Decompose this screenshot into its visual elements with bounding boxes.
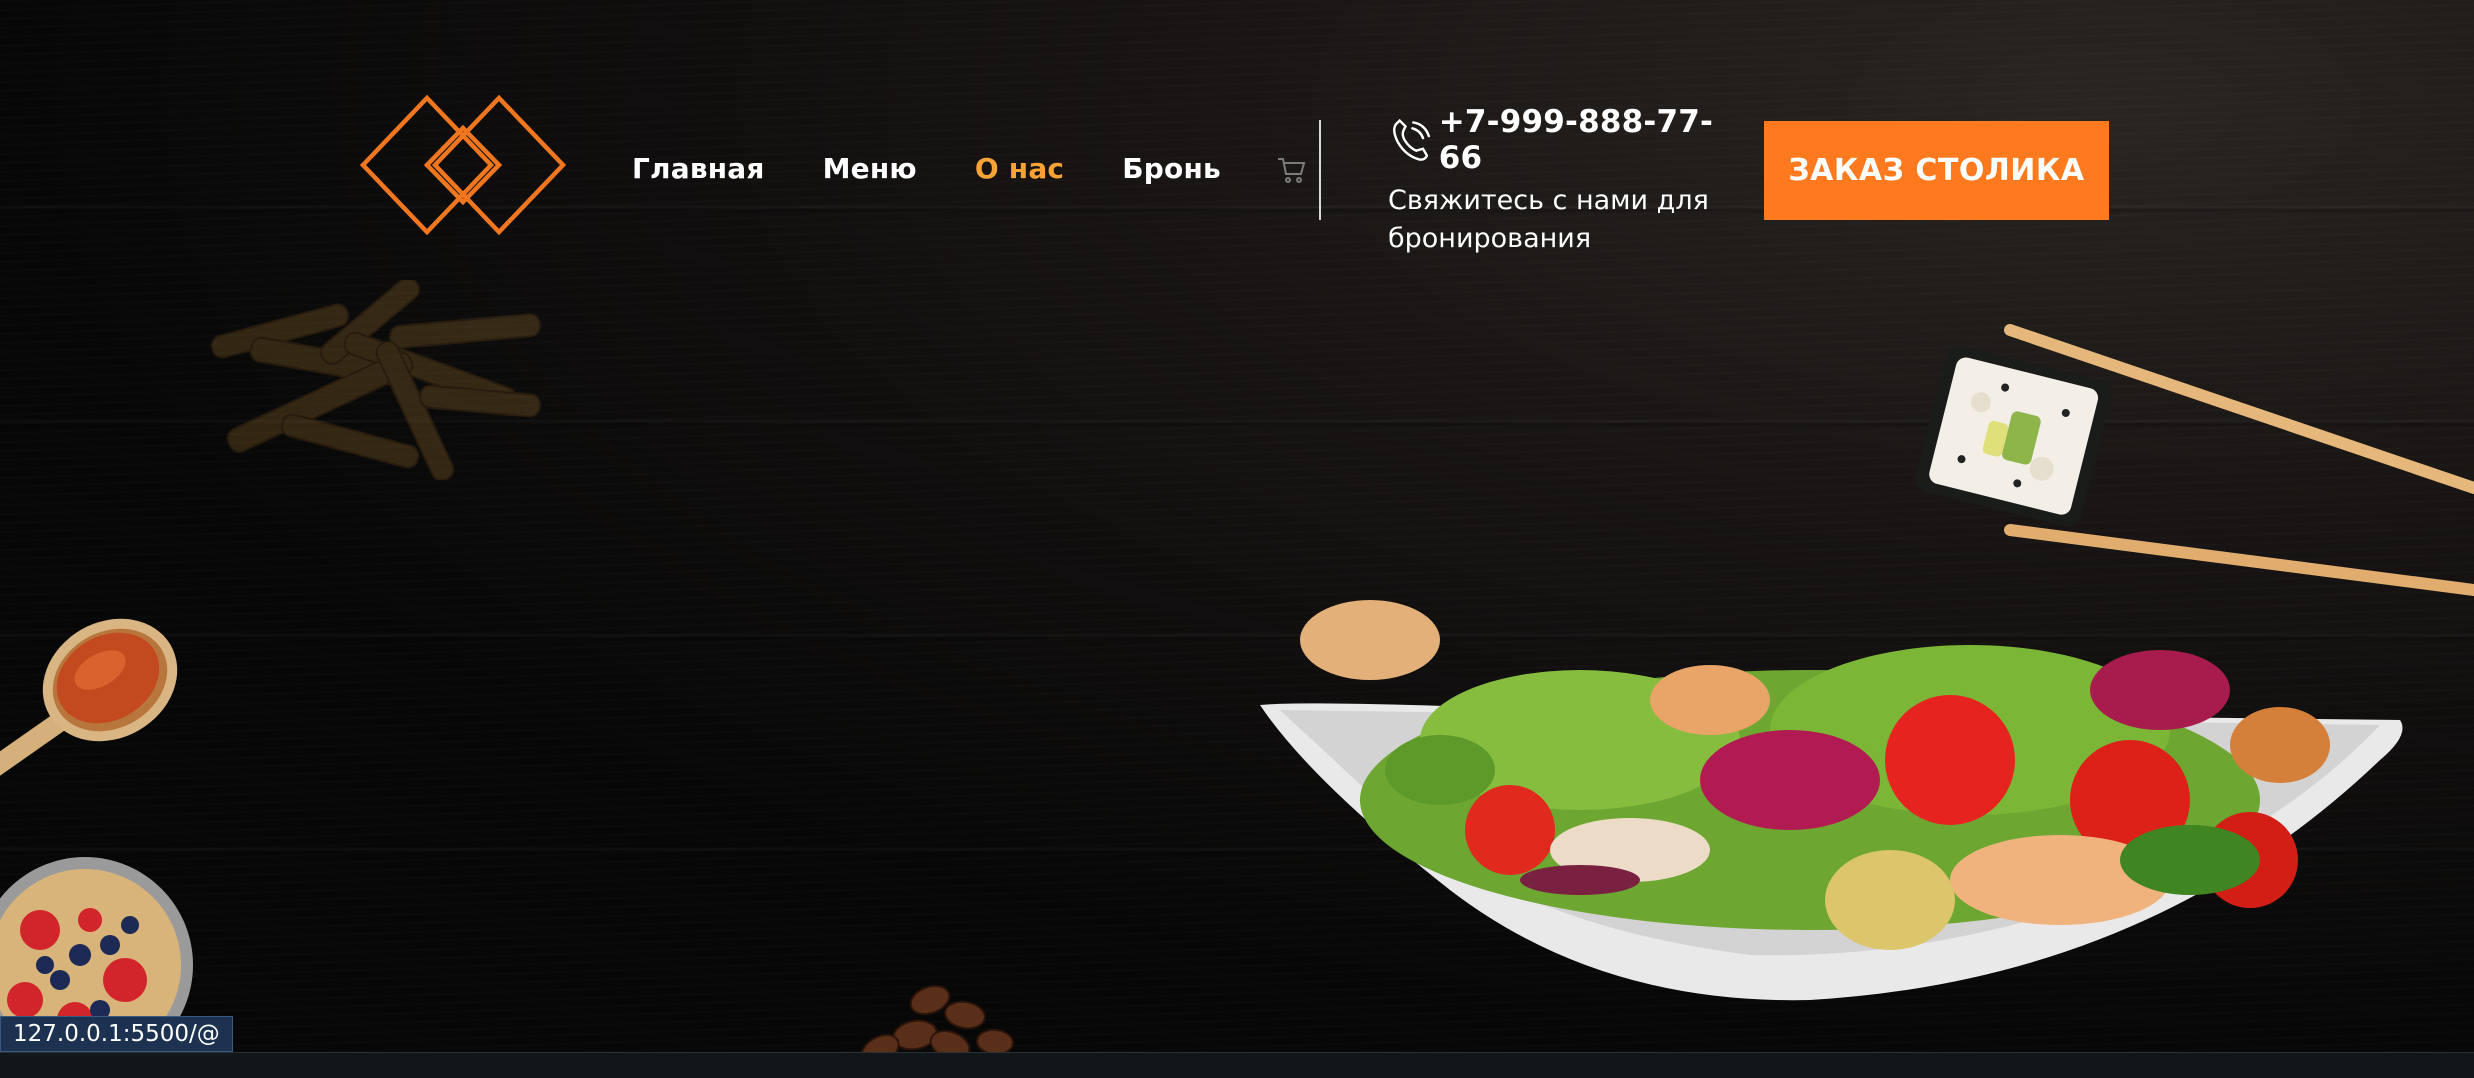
- header-divider: [1319, 120, 1321, 220]
- coffee-beans-image: [860, 984, 1014, 1052]
- main-nav: Главная Меню О нас Бронь: [632, 152, 1221, 185]
- cart-icon[interactable]: [1276, 156, 1306, 184]
- phone-icon: [1393, 118, 1431, 161]
- nav-item-booking[interactable]: Бронь: [1122, 152, 1221, 185]
- diamond-logo-icon[interactable]: [360, 95, 566, 235]
- nav-item-about[interactable]: О нас: [975, 152, 1064, 185]
- fries-image: [210, 280, 541, 480]
- book-table-button[interactable]: ЗАКАЗ СТОЛИКА: [1764, 121, 2109, 220]
- phone-number[interactable]: +7-999-888-77-66: [1439, 104, 1748, 176]
- contact-block: +7-999-888-77-66 Свяжитесь с нами для бр…: [1388, 104, 1748, 258]
- nav-item-home[interactable]: Главная: [632, 152, 765, 185]
- salad-plate-image: [1260, 600, 2403, 1001]
- contact-text: Свяжитесь с нами для бронирования: [1388, 185, 1709, 254]
- spice-spoon-image: [0, 618, 178, 808]
- nav-item-menu[interactable]: Меню: [823, 152, 917, 185]
- bottom-strip: [0, 1052, 2474, 1078]
- status-bar-url: 127.0.0.1:5500/@: [0, 1016, 233, 1052]
- hero-section: Главная Меню О нас Бронь +7-999-888-77-6…: [0, 0, 2474, 1052]
